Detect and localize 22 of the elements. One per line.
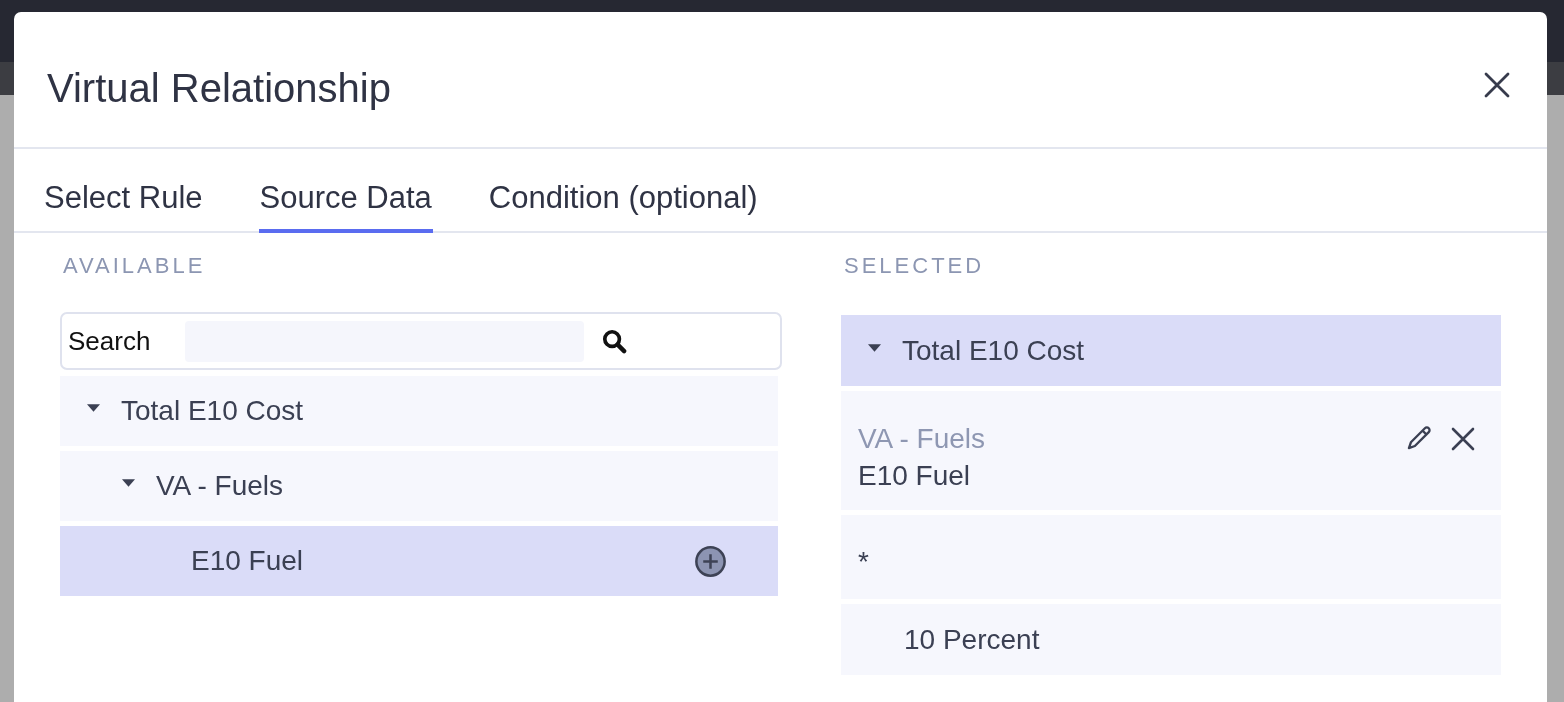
caret-icon[interactable] xyxy=(868,343,881,352)
tab[interactable]: Select Rule xyxy=(43,167,204,233)
source-label: VA - Fuels xyxy=(858,422,986,456)
tree-item[interactable]: E10 Fuel xyxy=(60,526,778,596)
dialog-title: Virtual Relationship xyxy=(47,66,391,111)
section-heading: AVAILABLE xyxy=(62,254,206,278)
constant-label: 10 Percent xyxy=(904,623,1040,656)
tree-item[interactable]: VA - Fuels xyxy=(60,451,778,521)
tree-item[interactable]: Total E10 Cost xyxy=(60,376,778,446)
tree-item[interactable]: Total E10 Cost xyxy=(841,315,1501,386)
search-icon[interactable] xyxy=(602,328,627,354)
plus-circle-icon[interactable] xyxy=(695,545,726,577)
cross-icon[interactable] xyxy=(1451,427,1475,451)
tab[interactable]: Condition (optional) xyxy=(487,167,759,233)
section-heading: SELECTED xyxy=(843,254,985,278)
caret-icon[interactable] xyxy=(87,404,100,412)
close-icon[interactable] xyxy=(1484,71,1510,98)
tab[interactable]: Source Data xyxy=(258,167,433,233)
caret-icon[interactable] xyxy=(122,479,135,487)
search-label: Search xyxy=(68,325,152,357)
field-label: E10 Fuel xyxy=(858,459,971,493)
operator-label: * xyxy=(858,546,869,578)
